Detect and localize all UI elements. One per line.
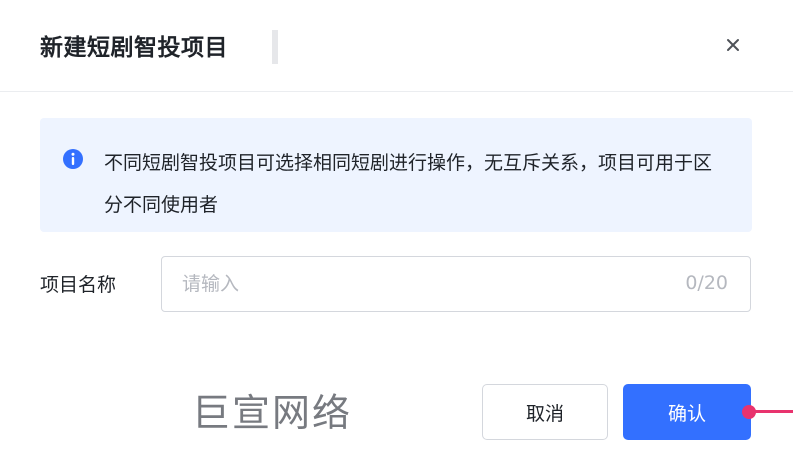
notice-text: 不同短剧智投项目可选择相同短剧进行操作，无互斥关系，项目可用于区分不同使用者 [104, 152, 713, 216]
annotation-pointer-line [752, 410, 793, 413]
info-notice: 不同短剧智投项目可选择相同短剧进行操作，无互斥关系，项目可用于区分不同使用者 [40, 118, 752, 232]
title-divider-mark [272, 30, 278, 64]
watermark-text: 巨宣网络 [192, 391, 353, 435]
confirm-button[interactable]: 确认 [623, 384, 751, 440]
character-count: 0/20 [685, 272, 728, 294]
create-project-dialog: 新建短剧智投项目 不同短剧智投项目可选择相同短剧进行操作，无互斥关系，项目可用于… [0, 0, 793, 468]
close-icon [727, 39, 739, 51]
project-name-label: 项目名称 [40, 274, 117, 296]
cancel-button[interactable]: 取消 [482, 384, 608, 440]
project-name-input[interactable] [162, 257, 750, 311]
info-icon [63, 149, 83, 169]
annotation-pointer-dot [742, 405, 756, 419]
project-name-field[interactable]: 0/20 [161, 256, 751, 312]
close-button[interactable] [718, 30, 748, 60]
dialog-header: 新建短剧智投项目 [0, 0, 793, 92]
dialog-title: 新建短剧智投项目 [40, 35, 228, 61]
